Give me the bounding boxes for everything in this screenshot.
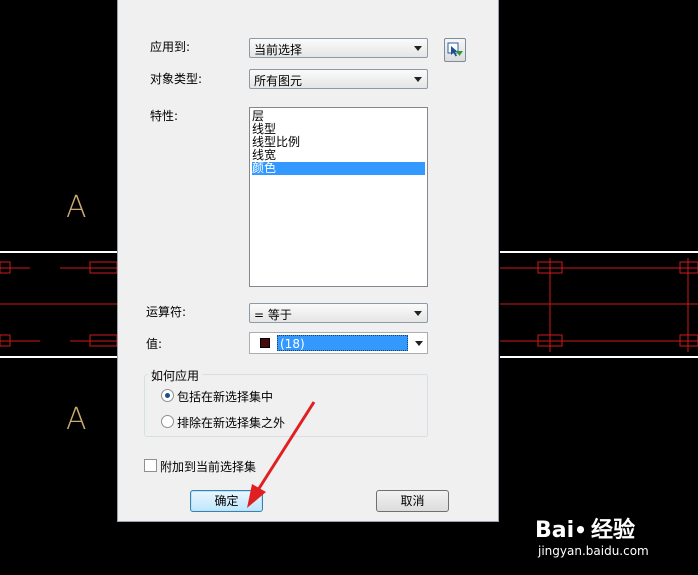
watermark-brand-prefix: Bai bbox=[535, 518, 575, 543]
paw-icon: • bbox=[574, 518, 587, 542]
watermark-brand-suffix: 经验 bbox=[590, 518, 635, 543]
watermark-brand: Bai• 经验 bbox=[535, 512, 635, 544]
watermark-url: jingyan.baidu.com bbox=[538, 544, 649, 558]
annotation-arrow bbox=[247, 401, 316, 508]
